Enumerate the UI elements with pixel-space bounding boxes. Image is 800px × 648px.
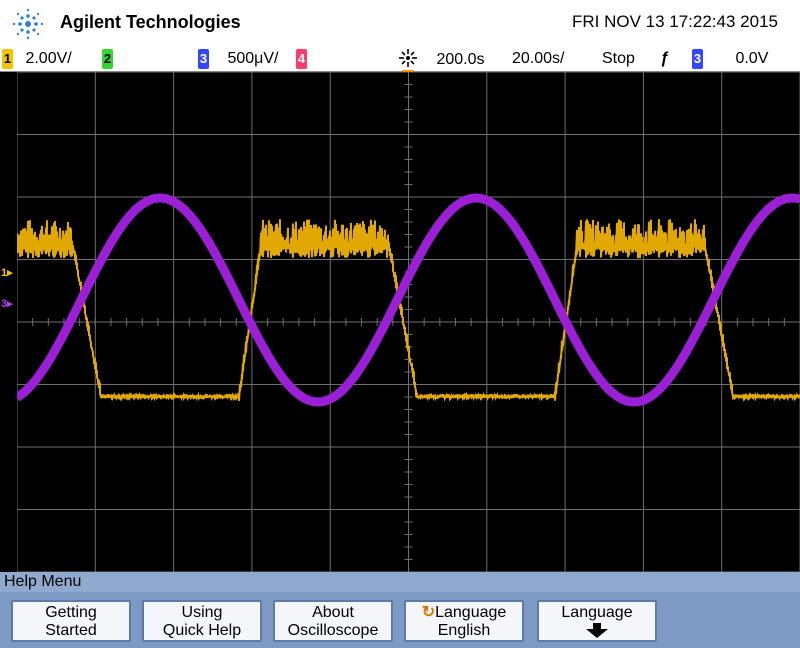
- time-reference: 200.0s: [436, 51, 485, 68]
- ch1-number: 1: [2, 49, 13, 69]
- title-bar: Agilent Technologies FRI NOV 13 17:22:43…: [0, 0, 800, 46]
- trigger-source: 3: [692, 49, 703, 69]
- trigger-level: 0.0V: [735, 50, 769, 67]
- ch2-number: 2: [102, 49, 113, 69]
- language-english-softkey[interactable]: ↻Language English: [404, 600, 524, 642]
- agilent-spark-logo-icon: [12, 8, 44, 40]
- ch2-status[interactable]: 2: [102, 48, 113, 70]
- ch3-number: 3: [198, 49, 209, 69]
- softkey-bar: Getting Started Using Quick Help About O…: [0, 592, 800, 648]
- ch1-scale: 2.00V/: [25, 50, 72, 67]
- status-bar: 1 2.00V/ 2 3 500μV/ 4 200.0s 20.00s/ Sto…: [0, 46, 800, 72]
- menu-bar: Help Menu: [0, 572, 800, 592]
- time-reference-status[interactable]: 200.0s: [398, 48, 485, 71]
- ch4-number: 4: [296, 49, 307, 69]
- waveform-svg: [17, 72, 800, 572]
- trigger-slope-icon[interactable]: ƒ: [660, 48, 669, 70]
- menu-title: Help Menu: [4, 573, 82, 590]
- ch3-scale: 500μV/: [227, 50, 279, 67]
- using-quick-help-softkey[interactable]: Using Quick Help: [142, 600, 262, 642]
- ch4-status[interactable]: 4: [296, 48, 307, 70]
- ch1-status[interactable]: 1 2.00V/: [2, 48, 72, 70]
- about-oscilloscope-softkey[interactable]: About Oscilloscope: [273, 600, 393, 642]
- arrow-down-icon: [586, 623, 608, 638]
- date-time: FRI NOV 13 17:22:43 2015: [571, 12, 778, 31]
- ch3-status[interactable]: 3 500μV/: [198, 48, 278, 70]
- brand-name: Agilent Technologies: [60, 12, 241, 32]
- run-state[interactable]: Stop: [602, 48, 635, 70]
- language-submenu-softkey[interactable]: Language: [537, 600, 657, 642]
- time-scale[interactable]: 20.00s/: [512, 48, 564, 70]
- ch3-ground-marker[interactable]: 3▸: [1, 297, 13, 310]
- graticule: [17, 72, 800, 572]
- getting-started-softkey[interactable]: Getting Started: [11, 600, 131, 642]
- time-reference-icon: [399, 49, 417, 67]
- rotate-select-icon: ↻: [421, 604, 436, 621]
- trigger-status[interactable]: 3 0.0V: [692, 48, 768, 70]
- waveform-display[interactable]: [17, 72, 800, 572]
- ch1-ground-marker[interactable]: 1▸: [1, 266, 13, 279]
